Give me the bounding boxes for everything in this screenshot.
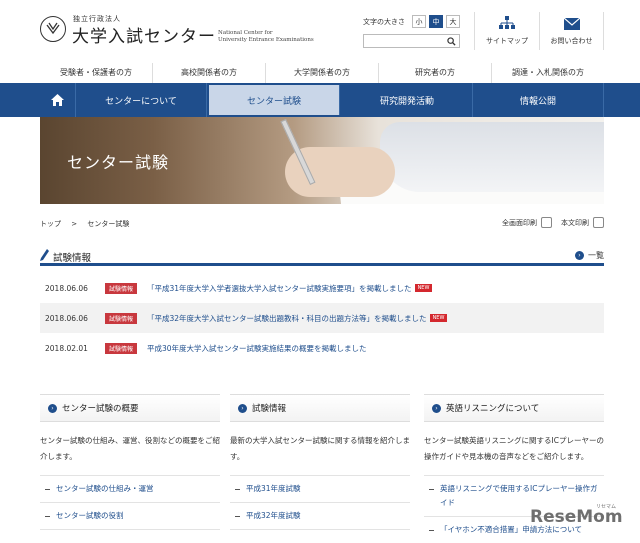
print-full-label: 全画面印刷 [502,218,537,227]
sitemap-label: サイトマップ [486,37,528,45]
card-title: 英語リスニングについて [446,404,540,414]
nav-item-about[interactable]: センターについて [76,83,207,117]
pen-icon [40,249,49,261]
sitemap-icon [499,16,515,29]
news-link[interactable]: 平成30年度大学入試センター試験実施結果の概要を掲載しました [147,343,367,354]
search-input[interactable] [363,34,460,48]
logo-english: National Center for University Entrance … [218,30,314,44]
news-date: 2018.02.01 [45,343,88,353]
font-size-label: 文字の大きさ [363,17,405,26]
news-item[interactable]: 2018.06.06 試験情報 「平成32年度大学入試センター試験出題教科・科目… [40,303,604,333]
font-size-medium-button[interactable]: 中 [429,15,443,28]
logo-title[interactable]: 大学入試センター [72,22,216,47]
hero-banner: センター試験 [40,117,604,204]
news-tag: 試験情報 [105,312,138,324]
news-item[interactable]: 2018.06.06 試験情報 「平成31年度大学入学者選抜大学入試センター試験… [40,273,604,303]
site-header: 独立行政法人 大学入試センター National Center for Univ… [0,0,640,60]
new-badge: NEW [429,314,448,322]
logo-icon[interactable] [40,16,66,42]
printer-icon [593,217,604,228]
card-description: センター試験の仕組み、運営、役割などの概要をご紹介します。 [40,436,220,461]
card-link[interactable]: 平成31年度試験 [230,476,410,503]
font-size-large-button[interactable]: 大 [446,15,460,28]
logo-english-line2: University Entrance Examinations [218,37,314,43]
card-title: センター試験の概要 [62,404,139,414]
breadcrumb-home[interactable]: トップ [40,220,61,228]
main-nav: センターについて センター試験 研究開発活動 情報公開 [0,83,640,117]
nav-item-disclosure[interactable]: 情報公開 [473,83,604,117]
home-icon [51,94,64,106]
card-overview: › センター試験の概要 センター試験の仕組み、運営、役割などの概要をご紹介します… [40,394,220,543]
info-list-link[interactable]: › 一覧 [575,250,604,261]
card-link[interactable]: 平成32年度試験 [230,503,410,530]
card-link[interactable]: センター試験の仕組み・運営 [40,476,220,503]
audience-nav: 受験者・保護者の方 高校関係者の方 大学関係者の方 研究者の方 調達・入札関係の… [40,63,604,83]
new-badge: NEW [414,284,433,292]
font-size-control: 文字の大きさ 小 中 大 [363,15,460,28]
contact-link[interactable]: お問い合わせ [539,12,604,50]
sitemap-link[interactable]: サイトマップ [474,12,539,50]
watermark-logo: ReseMom [530,507,623,527]
nav-item-center-exam[interactable]: センター試験 [209,85,340,115]
news-link[interactable]: 「平成31年度大学入学者選抜大学入試センター試験実施要項」を掲載しました [147,283,412,294]
hero-sleeve-shape [380,122,604,192]
font-size-small-button[interactable]: 小 [412,15,426,28]
news-tag: 試験情報 [105,342,138,354]
hero-title: センター試験 [67,153,170,172]
watermark-small: リセマム [596,504,617,510]
printer-icon [541,217,552,228]
audience-item-procurement[interactable]: 調達・入札関係の方 [491,63,604,83]
card-title: 試験情報 [252,404,287,414]
info-section-title: 試験情報 [53,253,92,264]
card-link[interactable]: センター試験の役割 [40,503,220,530]
news-date: 2018.06.06 [45,283,88,293]
nav-item-research[interactable]: 研究開発活動 [342,83,473,117]
search-icon[interactable] [447,37,456,46]
news-date: 2018.06.06 [45,313,88,323]
news-item[interactable]: 2018.02.01 試験情報 平成30年度大学入試センター試験実施結果の概要を… [40,333,604,363]
print-full-button[interactable]: 全画面印刷 [502,217,552,228]
audience-item-university[interactable]: 大学関係者の方 [265,63,378,83]
arrow-right-icon: › [432,403,441,413]
card-exam-info: › 試験情報 最新の大学入試センター試験に関する情報を紹介します。 平成31年度… [230,394,410,543]
print-body-button[interactable]: 本文印刷 [561,217,604,228]
home-button[interactable] [40,83,76,117]
print-body-label: 本文印刷 [561,218,589,227]
audience-item-examinees[interactable]: 受験者・保護者の方 [40,63,152,83]
logo-english-line1: National Center for [218,30,273,36]
audience-item-highschool[interactable]: 高校関係者の方 [152,63,265,83]
card-header[interactable]: › 英語リスニングについて [424,394,604,422]
card-description: センター試験英語リスニングに関するICプレーヤーの操作ガイドや見本機の音声などを… [424,436,604,461]
arrow-right-icon: › [238,403,247,413]
breadcrumb-current: センター試験 [87,220,130,228]
info-list-label: 一覧 [588,251,604,260]
audience-item-researcher[interactable]: 研究者の方 [378,63,491,83]
arrow-right-icon: › [575,251,584,260]
breadcrumb-separator: > [71,220,78,228]
card-header[interactable]: › 試験情報 [230,394,410,422]
news-tag: 試験情報 [105,282,138,294]
arrow-right-icon: › [48,403,57,413]
breadcrumb: トップ > センター試験 [40,219,129,229]
card-description: 最新の大学入試センター試験に関する情報を紹介します。 [230,436,410,461]
mail-icon [563,18,580,30]
news-link[interactable]: 「平成32年度大学入試センター試験出題教科・科目の出題方法等」を掲載しました [147,313,427,324]
contact-label: お問い合わせ [550,37,593,45]
info-section-header: 試験情報 › 一覧 [40,247,604,266]
card-header[interactable]: › センター試験の概要 [40,394,220,422]
